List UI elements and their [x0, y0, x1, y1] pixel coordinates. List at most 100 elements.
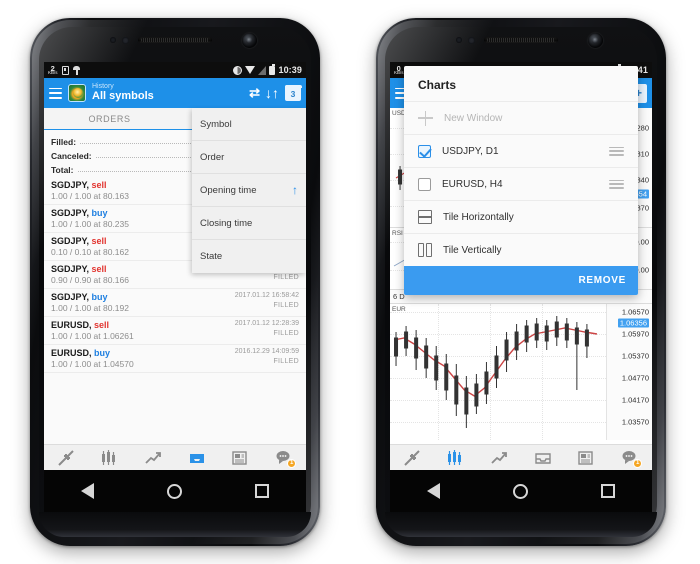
- chat-icon[interactable]: 1: [617, 448, 643, 468]
- charts-icon[interactable]: [96, 448, 122, 468]
- netspeed-unit: KB/s: [48, 70, 58, 75]
- deal-volume: 1.00 / 1.00 at 1.06261: [51, 331, 134, 341]
- app-bar-titles: History All symbols: [92, 83, 243, 103]
- quotes-icon[interactable]: [53, 448, 79, 468]
- x-tick: 6 D: [393, 292, 405, 301]
- price-level: 1.05370: [621, 351, 649, 361]
- battery-icon: [269, 64, 276, 75]
- menu-item-label: Tile Horizontally: [443, 211, 514, 223]
- chart-eurusd[interactable]: EUR 1.06570 1.06356 1.05970 1.05370 1.04…: [390, 304, 652, 440]
- deal-symbol: SGDJPY,: [51, 264, 90, 274]
- remove-button[interactable]: REMOVE: [578, 275, 626, 286]
- menu-item-label: Symbol: [200, 118, 232, 130]
- tile-horizontal-icon: [418, 210, 432, 224]
- light-sensor-icon: [468, 37, 475, 44]
- home-circle-icon[interactable]: [166, 483, 182, 499]
- recents-square-icon[interactable]: [255, 484, 270, 498]
- network-speed-indicator: 2 KB/s: [48, 64, 58, 76]
- menu-item-usdjpy-d1[interactable]: USDJPY, D1: [404, 134, 638, 167]
- brightness-icon: [233, 65, 243, 75]
- deal-symbol: SGDJPY,: [51, 208, 90, 218]
- price-level: 1.04170: [621, 395, 649, 405]
- app-bar-subtitle: History: [92, 83, 114, 91]
- menu-item-opening-time[interactable]: Opening time ↑: [192, 174, 306, 207]
- app-bar-title: All symbols: [92, 90, 154, 103]
- menu-item-label: State: [200, 251, 223, 262]
- trade-icon[interactable]: [140, 448, 166, 468]
- sort-dropdown-menu[interactable]: Symbol Order Opening time ↑ Closing time…: [192, 108, 306, 273]
- checkbox-unchecked-icon[interactable]: [418, 177, 431, 191]
- deal-volume: 0.90 / 0.90 at 80.166: [51, 275, 129, 285]
- phone-chin: [385, 512, 657, 537]
- sort-arrow-up-icon: ↑: [292, 183, 298, 197]
- menu-item-new-window[interactable]: New Window: [404, 101, 638, 134]
- menu-item-label: Order: [200, 151, 225, 163]
- charts-dialog: Charts New Window USDJPY, D1 EURUSD, H4: [404, 66, 638, 295]
- deal-side: buy: [94, 348, 111, 358]
- deal-side: sell: [91, 264, 107, 274]
- plus-icon: [418, 110, 433, 126]
- proximity-sensor-icon: [456, 37, 462, 43]
- history-icon[interactable]: [184, 448, 210, 468]
- menu-item-symbol[interactable]: Symbol: [192, 108, 306, 141]
- tab-orders[interactable]: ORDERS: [44, 114, 175, 124]
- proximity-sensor-icon: [110, 37, 116, 43]
- deal-side: buy: [91, 292, 108, 302]
- phone-chin: [39, 512, 311, 537]
- menu-item-tile-horizontally[interactable]: Tile Horizontally: [404, 200, 638, 233]
- usb-icon: [73, 65, 81, 75]
- history-icon[interactable]: [530, 448, 556, 468]
- left-phone-screen: 2 KB/s 10:39 History All symbols ⇄ ↓↑ 3 …: [44, 62, 306, 470]
- list-item[interactable]: EURUSD, sell 1.00 / 1.00 at 1.06261 2017…: [44, 317, 306, 345]
- calendar-icon[interactable]: 3: [284, 84, 302, 101]
- deal-symbol: SGDJPY,: [51, 236, 90, 246]
- drag-handle-icon[interactable]: [609, 179, 624, 189]
- summary-key: Filled:: [51, 137, 77, 147]
- trade-icon[interactable]: [486, 448, 512, 468]
- metatrader-logo-icon: [68, 84, 86, 102]
- home-circle-icon[interactable]: [512, 483, 528, 499]
- wifi-icon: [245, 66, 256, 74]
- earpiece-speaker-icon: [484, 37, 558, 43]
- quotes-icon[interactable]: [399, 448, 425, 468]
- menu-item-closing-time[interactable]: Closing time: [192, 207, 306, 240]
- chat-badge: 1: [287, 458, 297, 468]
- menu-item-label: New Window: [444, 112, 503, 124]
- charts-icon[interactable]: [442, 448, 468, 468]
- back-triangle-icon[interactable]: [80, 483, 94, 499]
- menu-item-eurusd-h4[interactable]: EURUSD, H4: [404, 167, 638, 200]
- right-phone-screen: 0 KB/s 10:41: [390, 62, 652, 470]
- currency-exchange-icon[interactable]: ⇄: [249, 85, 260, 101]
- android-status-bar: 2 KB/s 10:39: [44, 62, 306, 78]
- deal-state: FILLED: [273, 358, 299, 365]
- drag-handle-icon[interactable]: [609, 146, 624, 156]
- deal-symbol: SGDJPY,: [51, 180, 90, 190]
- dialog-title: Charts: [418, 78, 457, 92]
- recents-square-icon[interactable]: [601, 484, 616, 498]
- menu-item-order[interactable]: Order: [192, 141, 306, 174]
- menu-item-tile-vertically[interactable]: Tile Vertically: [404, 233, 638, 266]
- tile-vertical-icon: [418, 243, 432, 257]
- menu-item-label: Closing time: [200, 217, 253, 229]
- android-nav-bar: [44, 470, 306, 512]
- list-item[interactable]: SGDJPY, buy 1.00 / 1.00 at 80.192 2017.0…: [44, 289, 306, 317]
- deal-side: buy: [91, 208, 108, 218]
- chat-icon[interactable]: 1: [271, 448, 297, 468]
- chat-badge: 1: [633, 458, 643, 468]
- news-icon[interactable]: [227, 448, 253, 468]
- news-icon[interactable]: [573, 448, 599, 468]
- price-scale-eurusd: 1.06570 1.06356 1.05970 1.05370 1.04770 …: [606, 304, 652, 440]
- network-speed-indicator: 0 KB/s: [394, 64, 404, 76]
- price-level: 1.05970: [621, 329, 649, 339]
- checkbox-checked-icon[interactable]: [418, 144, 431, 158]
- menu-item-state[interactable]: State: [192, 240, 306, 273]
- back-triangle-icon[interactable]: [426, 483, 440, 499]
- list-item[interactable]: EURUSD, buy 1.00 / 1.00 at 1.04570 2016.…: [44, 345, 306, 373]
- hamburger-menu-icon[interactable]: [49, 87, 62, 99]
- left-bottom-toolbar: 1: [44, 444, 306, 470]
- sort-icon[interactable]: ↓↑: [265, 85, 279, 101]
- summary-key: Canceled:: [51, 151, 92, 161]
- deal-volume: 1.00 / 1.00 at 1.04570: [51, 359, 134, 369]
- deal-time: 2017.01.12 12:28:39: [234, 320, 299, 327]
- deal-state: FILLED: [273, 274, 299, 281]
